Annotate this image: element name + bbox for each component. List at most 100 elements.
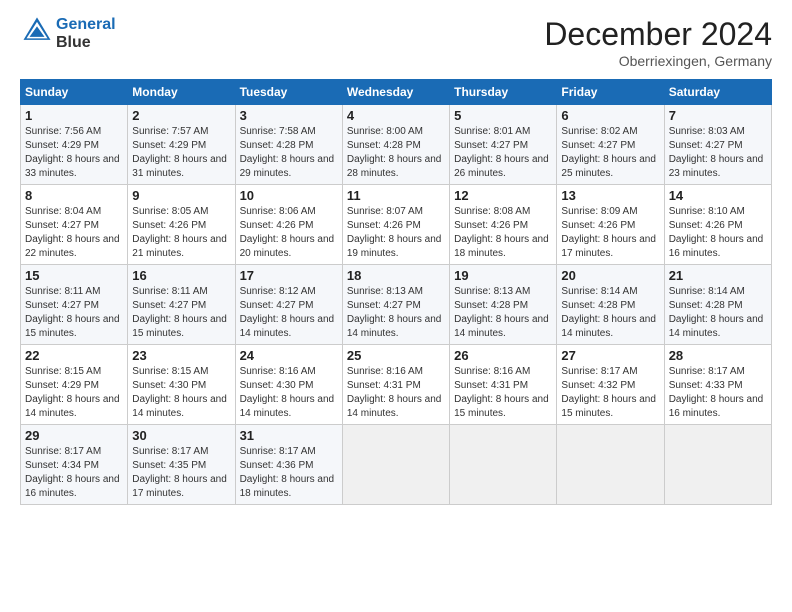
table-row: 9 Sunrise: 8:05 AM Sunset: 4:26 PM Dayli… [128, 185, 235, 265]
day-number: 17 [240, 268, 338, 283]
table-row [450, 425, 557, 505]
day-info: Sunrise: 8:12 AM Sunset: 4:27 PM Dayligh… [240, 285, 338, 341]
day-number: 2 [132, 108, 230, 123]
day-info: Sunrise: 8:13 AM Sunset: 4:28 PM Dayligh… [454, 285, 552, 341]
day-info: Sunrise: 8:15 AM Sunset: 4:29 PM Dayligh… [25, 365, 123, 421]
day-info: Sunrise: 8:04 AM Sunset: 4:27 PM Dayligh… [25, 205, 123, 261]
col-saturday: Saturday [664, 80, 771, 105]
table-row: 16 Sunrise: 8:11 AM Sunset: 4:27 PM Dayl… [128, 265, 235, 345]
day-number: 20 [561, 268, 659, 283]
day-info: Sunrise: 8:16 AM Sunset: 4:30 PM Dayligh… [240, 365, 338, 421]
day-number: 6 [561, 108, 659, 123]
day-info: Sunrise: 8:11 AM Sunset: 4:27 PM Dayligh… [25, 285, 123, 341]
day-info: Sunrise: 8:03 AM Sunset: 4:27 PM Dayligh… [669, 125, 767, 181]
table-row: 22 Sunrise: 8:15 AM Sunset: 4:29 PM Dayl… [21, 345, 128, 425]
table-row: 5 Sunrise: 8:01 AM Sunset: 4:27 PM Dayli… [450, 105, 557, 185]
table-row: 4 Sunrise: 8:00 AM Sunset: 4:28 PM Dayli… [342, 105, 449, 185]
table-row: 30 Sunrise: 8:17 AM Sunset: 4:35 PM Dayl… [128, 425, 235, 505]
page-header: General Blue December 2024 Oberriexingen… [20, 16, 772, 69]
table-row: 13 Sunrise: 8:09 AM Sunset: 4:26 PM Dayl… [557, 185, 664, 265]
calendar-table: Sunday Monday Tuesday Wednesday Thursday… [20, 79, 772, 505]
day-info: Sunrise: 7:57 AM Sunset: 4:29 PM Dayligh… [132, 125, 230, 181]
table-row: 21 Sunrise: 8:14 AM Sunset: 4:28 PM Dayl… [664, 265, 771, 345]
table-row [664, 425, 771, 505]
day-number: 8 [25, 188, 123, 203]
day-number: 21 [669, 268, 767, 283]
table-row: 27 Sunrise: 8:17 AM Sunset: 4:32 PM Dayl… [557, 345, 664, 425]
logo-icon [22, 14, 52, 44]
day-info: Sunrise: 8:02 AM Sunset: 4:27 PM Dayligh… [561, 125, 659, 181]
day-number: 10 [240, 188, 338, 203]
day-info: Sunrise: 8:17 AM Sunset: 4:36 PM Dayligh… [240, 445, 338, 501]
table-row: 20 Sunrise: 8:14 AM Sunset: 4:28 PM Dayl… [557, 265, 664, 345]
table-row: 25 Sunrise: 8:16 AM Sunset: 4:31 PM Dayl… [342, 345, 449, 425]
month-title: December 2024 [544, 16, 772, 53]
table-row: 2 Sunrise: 7:57 AM Sunset: 4:29 PM Dayli… [128, 105, 235, 185]
table-row: 12 Sunrise: 8:08 AM Sunset: 4:26 PM Dayl… [450, 185, 557, 265]
table-row: 31 Sunrise: 8:17 AM Sunset: 4:36 PM Dayl… [235, 425, 342, 505]
col-wednesday: Wednesday [342, 80, 449, 105]
day-number: 1 [25, 108, 123, 123]
title-block: December 2024 Oberriexingen, Germany [544, 16, 772, 69]
table-row: 1 Sunrise: 7:56 AM Sunset: 4:29 PM Dayli… [21, 105, 128, 185]
day-number: 13 [561, 188, 659, 203]
day-number: 23 [132, 348, 230, 363]
logo-text-blue: Blue [56, 34, 116, 52]
day-info: Sunrise: 8:05 AM Sunset: 4:26 PM Dayligh… [132, 205, 230, 261]
day-info: Sunrise: 8:06 AM Sunset: 4:26 PM Dayligh… [240, 205, 338, 261]
day-number: 31 [240, 428, 338, 443]
calendar-header-row: Sunday Monday Tuesday Wednesday Thursday… [21, 80, 772, 105]
day-number: 14 [669, 188, 767, 203]
table-row: 28 Sunrise: 8:17 AM Sunset: 4:33 PM Dayl… [664, 345, 771, 425]
table-row [557, 425, 664, 505]
table-row: 14 Sunrise: 8:10 AM Sunset: 4:26 PM Dayl… [664, 185, 771, 265]
col-monday: Monday [128, 80, 235, 105]
day-number: 12 [454, 188, 552, 203]
day-number: 26 [454, 348, 552, 363]
day-number: 19 [454, 268, 552, 283]
day-info: Sunrise: 8:08 AM Sunset: 4:26 PM Dayligh… [454, 205, 552, 261]
day-info: Sunrise: 8:17 AM Sunset: 4:32 PM Dayligh… [561, 365, 659, 421]
col-tuesday: Tuesday [235, 80, 342, 105]
day-info: Sunrise: 8:11 AM Sunset: 4:27 PM Dayligh… [132, 285, 230, 341]
table-row: 11 Sunrise: 8:07 AM Sunset: 4:26 PM Dayl… [342, 185, 449, 265]
day-number: 3 [240, 108, 338, 123]
day-number: 4 [347, 108, 445, 123]
day-number: 18 [347, 268, 445, 283]
day-info: Sunrise: 8:14 AM Sunset: 4:28 PM Dayligh… [669, 285, 767, 341]
table-row: 19 Sunrise: 8:13 AM Sunset: 4:28 PM Dayl… [450, 265, 557, 345]
table-row [342, 425, 449, 505]
day-number: 11 [347, 188, 445, 203]
day-number: 27 [561, 348, 659, 363]
location-subtitle: Oberriexingen, Germany [544, 53, 772, 69]
calendar-week-row: 1 Sunrise: 7:56 AM Sunset: 4:29 PM Dayli… [21, 105, 772, 185]
table-row: 18 Sunrise: 8:13 AM Sunset: 4:27 PM Dayl… [342, 265, 449, 345]
day-info: Sunrise: 8:00 AM Sunset: 4:28 PM Dayligh… [347, 125, 445, 181]
page-container: General Blue December 2024 Oberriexingen… [0, 0, 792, 515]
col-sunday: Sunday [21, 80, 128, 105]
table-row: 7 Sunrise: 8:03 AM Sunset: 4:27 PM Dayli… [664, 105, 771, 185]
day-info: Sunrise: 7:56 AM Sunset: 4:29 PM Dayligh… [25, 125, 123, 181]
day-number: 15 [25, 268, 123, 283]
day-info: Sunrise: 8:16 AM Sunset: 4:31 PM Dayligh… [454, 365, 552, 421]
day-number: 22 [25, 348, 123, 363]
day-info: Sunrise: 8:17 AM Sunset: 4:35 PM Dayligh… [132, 445, 230, 501]
day-info: Sunrise: 8:14 AM Sunset: 4:28 PM Dayligh… [561, 285, 659, 341]
table-row: 8 Sunrise: 8:04 AM Sunset: 4:27 PM Dayli… [21, 185, 128, 265]
day-number: 28 [669, 348, 767, 363]
day-info: Sunrise: 8:07 AM Sunset: 4:26 PM Dayligh… [347, 205, 445, 261]
day-number: 16 [132, 268, 230, 283]
calendar-week-row: 29 Sunrise: 8:17 AM Sunset: 4:34 PM Dayl… [21, 425, 772, 505]
day-info: Sunrise: 8:16 AM Sunset: 4:31 PM Dayligh… [347, 365, 445, 421]
day-info: Sunrise: 8:13 AM Sunset: 4:27 PM Dayligh… [347, 285, 445, 341]
col-thursday: Thursday [450, 80, 557, 105]
day-info: Sunrise: 8:17 AM Sunset: 4:34 PM Dayligh… [25, 445, 123, 501]
day-info: Sunrise: 8:17 AM Sunset: 4:33 PM Dayligh… [669, 365, 767, 421]
day-info: Sunrise: 8:10 AM Sunset: 4:26 PM Dayligh… [669, 205, 767, 261]
day-number: 9 [132, 188, 230, 203]
day-info: Sunrise: 8:15 AM Sunset: 4:30 PM Dayligh… [132, 365, 230, 421]
table-row: 26 Sunrise: 8:16 AM Sunset: 4:31 PM Dayl… [450, 345, 557, 425]
day-number: 7 [669, 108, 767, 123]
logo-text-general: General [56, 16, 116, 34]
day-number: 24 [240, 348, 338, 363]
